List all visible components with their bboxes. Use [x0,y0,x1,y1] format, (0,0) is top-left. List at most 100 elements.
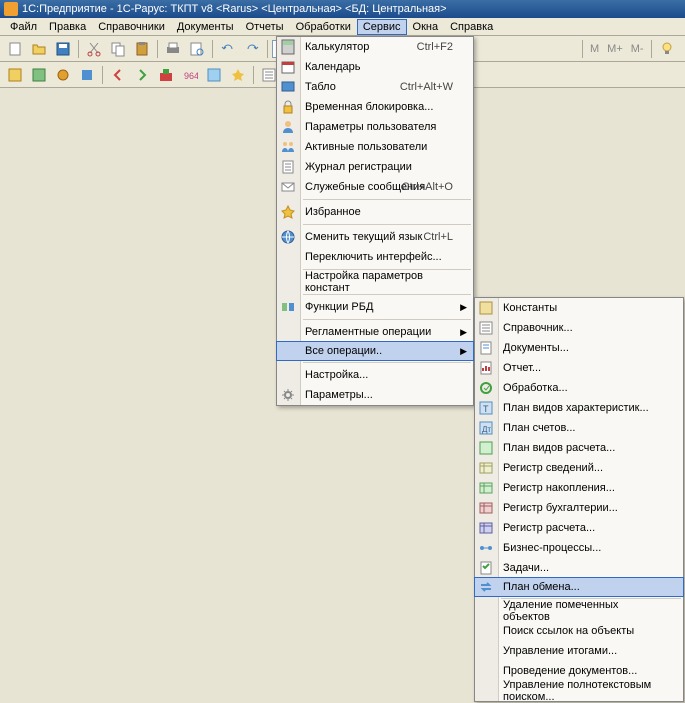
tb2-btn10[interactable] [227,64,249,86]
service-item-22[interactable]: Параметры... [277,385,473,405]
allops-item-19[interactable]: Проведение документов... [475,661,683,681]
app-icon [4,2,18,16]
tb2-btn7[interactable] [155,64,177,86]
allops-item-4[interactable]: Обработка... [475,378,683,398]
allops-item-1[interactable]: Справочник... [475,318,683,338]
allops-item-17[interactable]: Поиск ссылок на объекты [475,621,683,641]
service-item-16[interactable]: Функции РБД▶ [277,297,473,317]
redo-button[interactable] [241,38,263,60]
cut-button[interactable] [83,38,105,60]
lock-icon [280,99,296,115]
copy-button[interactable] [107,38,129,60]
service-item-12[interactable]: Переключить интерфейс... [277,247,473,267]
menu-item-label: Проведение документов... [503,665,637,677]
service-item-11[interactable]: Сменить текущий языкCtrl+L [277,227,473,247]
allops-item-8[interactable]: Регистр сведений... [475,458,683,478]
service-item-14[interactable]: Настройка параметров констант [277,272,473,292]
service-item-1[interactable]: Календарь [277,57,473,77]
tb2-left-arrow[interactable] [107,64,129,86]
m-label[interactable]: M [587,43,602,55]
allops-item-13[interactable]: Задачи... [475,558,683,578]
service-item-18[interactable]: Регламентные операции▶ [277,322,473,342]
menu-item-label: Табло [305,81,336,93]
menu-item-label: План видов расчета... [503,442,615,454]
undo-button[interactable] [217,38,239,60]
menu-processing[interactable]: Обработки [290,19,357,35]
svg-text:Дт: Дт [482,425,491,434]
menu-catalogs[interactable]: Справочники [92,19,171,35]
svg-text:T: T [483,404,489,414]
print-button[interactable] [162,38,184,60]
allops-item-10[interactable]: Регистр бухгалтерии... [475,498,683,518]
service-item-21[interactable]: Настройка... [277,365,473,385]
allops-item-0[interactable]: Константы [475,298,683,318]
menubar: Файл Правка Справочники Документы Отчеты… [0,18,685,36]
submenu-arrow-icon: ▶ [460,327,467,338]
allops-item-6[interactable]: ДтПлан счетов... [475,418,683,438]
separator [253,66,254,84]
allops-item-11[interactable]: Регистр расчета... [475,518,683,538]
service-item-3[interactable]: Временная блокировка... [277,97,473,117]
menu-item-label: Обработка... [503,382,568,394]
plan2-icon: Дт [478,420,494,436]
catalog-icon [478,320,494,336]
allops-item-7[interactable]: План видов расчета... [475,438,683,458]
allops-item-18[interactable]: Управление итогами... [475,641,683,661]
menu-separator [303,199,471,200]
tb2-btn8[interactable]: 964 [179,64,201,86]
allops-item-2[interactable]: Документы... [475,338,683,358]
board-icon [280,79,296,95]
service-item-2[interactable]: ТаблоCtrl+Alt+W [277,77,473,97]
menu-item-label: Регистр бухгалтерии... [503,502,618,514]
menu-windows[interactable]: Окна [407,19,445,35]
preview-button[interactable] [186,38,208,60]
new-button[interactable] [4,38,26,60]
mplus-label[interactable]: M+ [604,43,626,55]
journal-icon [280,159,296,175]
bulb-button[interactable] [656,38,678,60]
menu-item-label: Параметры пользователя [305,121,436,133]
service-item-6[interactable]: Журнал регистрации [277,157,473,177]
allops-item-14[interactable]: План обмена... [474,577,684,597]
tb2-btn1[interactable] [4,64,26,86]
save-button[interactable] [52,38,74,60]
reg2-icon [478,480,494,496]
allops-item-20[interactable]: Управление полнотекстовым поиском... [475,681,683,701]
tb2-btn4[interactable] [76,64,98,86]
params-icon [280,387,296,403]
separator [651,40,652,58]
const-icon [478,300,494,316]
menu-edit[interactable]: Правка [43,19,92,35]
tb2-btn9[interactable] [203,64,225,86]
menu-service[interactable]: Сервис [357,19,407,35]
task-icon [478,560,494,576]
service-item-0[interactable]: КалькуляторCtrl+F2 [277,37,473,57]
menu-item-label: Отчет... [503,362,541,374]
mminus-label[interactable]: M- [628,43,647,55]
allops-item-12[interactable]: Бизнес-процессы... [475,538,683,558]
service-item-7[interactable]: Служебные сообщенияCtrl+Alt+O [277,177,473,197]
allops-item-3[interactable]: Отчет... [475,358,683,378]
tb2-btn2[interactable] [28,64,50,86]
userparam-icon [280,119,296,135]
bp-icon [478,540,494,556]
separator [157,40,158,58]
paste-button[interactable] [131,38,153,60]
menu-item-label: Активные пользователи [305,141,427,153]
menu-reports[interactable]: Отчеты [240,19,290,35]
tb2-btn3[interactable] [52,64,74,86]
menu-separator [303,362,471,363]
allops-item-16[interactable]: Удаление помеченных объектов [475,601,683,621]
tb2-right-arrow[interactable] [131,64,153,86]
service-item-5[interactable]: Активные пользователи [277,137,473,157]
open-button[interactable] [28,38,50,60]
service-item-9[interactable]: Избранное [277,202,473,222]
menu-file[interactable]: Файл [4,19,43,35]
menu-documents[interactable]: Документы [171,19,240,35]
submenu-arrow-icon: ▶ [460,302,467,313]
menu-help[interactable]: Справка [444,19,499,35]
allops-item-9[interactable]: Регистр накопления... [475,478,683,498]
service-item-4[interactable]: Параметры пользователя [277,117,473,137]
service-item-19[interactable]: Все операции..▶ [276,341,474,361]
allops-item-5[interactable]: TПлан видов характеристик... [475,398,683,418]
